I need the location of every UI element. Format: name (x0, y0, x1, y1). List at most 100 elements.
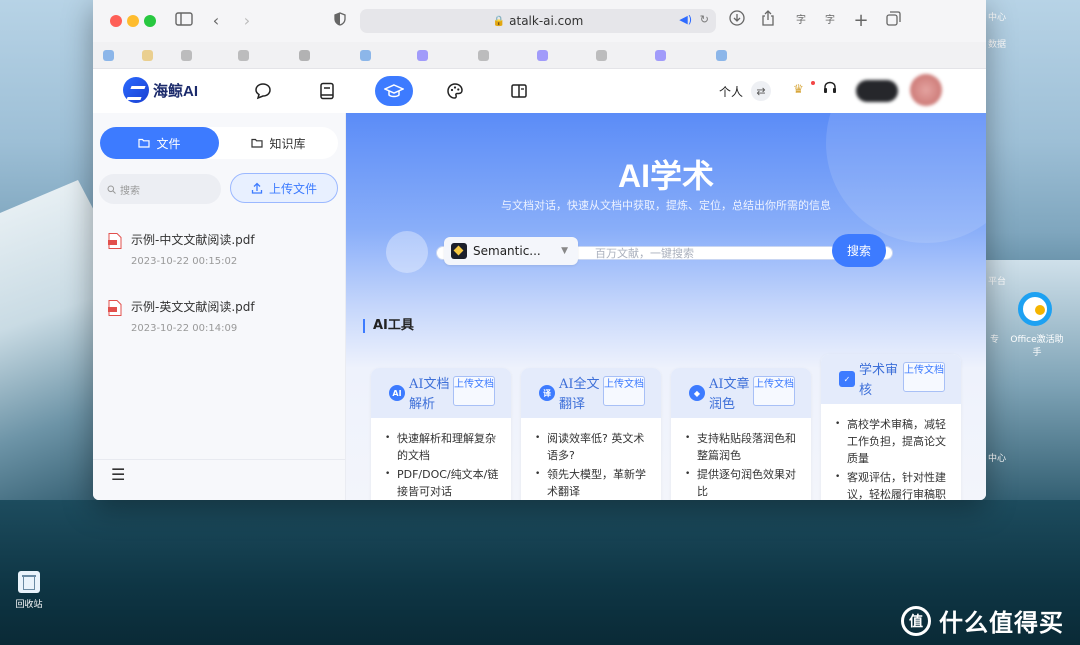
minimize-window-button[interactable] (127, 15, 139, 27)
paper-search-input[interactable]: 百万文献，一键搜索 (595, 245, 694, 261)
card-feature: 支持粘贴段落润色和整篇润色 (685, 430, 803, 464)
folder-icon (251, 138, 264, 148)
favorite-icon[interactable] (103, 49, 114, 61)
favorite-icon[interactable] (181, 49, 192, 61)
tool-card[interactable]: ◆ AI文章润色 上传文档 支持粘贴段落润色和整篇润色 提供逐句润色效果对比 (671, 368, 811, 500)
zoom-window-button[interactable] (144, 15, 156, 27)
card-title: AI全文翻译 (559, 377, 600, 412)
recycle-bin-label: 回收站 (15, 600, 43, 610)
user-plan-pill[interactable] (856, 80, 898, 102)
favorite-icon[interactable] (478, 49, 489, 61)
card-feature: 高校学术审稿，减轻工作负担，提高论文质量 (835, 416, 953, 467)
upload-file-label: 上传文件 (268, 181, 317, 196)
office-activator-label: Office激活助手 (1010, 335, 1064, 358)
translate-icon[interactable]: 字 (790, 10, 812, 32)
notification-dot (811, 81, 815, 85)
search-icon (107, 185, 116, 194)
whale-logo-icon (123, 77, 149, 103)
reload-icon[interactable]: ↻ (700, 13, 709, 26)
new-tab-icon[interactable]: + (850, 10, 872, 32)
watermark-logo-icon: 值 (901, 605, 931, 636)
nav-book-open-icon[interactable] (504, 76, 534, 106)
file-list-item[interactable]: 示例-中文文献阅读.pdf 2023-10-22 00:15:02 (108, 231, 338, 271)
forward-icon[interactable]: › (236, 10, 258, 32)
sidebar-tabs: 文件 知识库 (100, 127, 338, 159)
crown-icon[interactable]: ♛ (793, 82, 804, 96)
shield-icon[interactable] (329, 10, 351, 32)
nav-book-icon[interactable] (312, 76, 342, 106)
tool-card[interactable]: ✓ 学术审核 上传文档 高校学术审稿，减轻工作负担，提高论文质量 客观评估，针对… (821, 354, 961, 500)
favorite-icon[interactable] (537, 49, 548, 61)
office-activator-icon[interactable] (1018, 292, 1052, 326)
download-icon[interactable] (726, 10, 748, 32)
tab-files-label: 文件 (156, 136, 181, 151)
desktop-edge-label: 中心 (988, 454, 1007, 464)
menu-icon[interactable]: ☰ (111, 465, 125, 484)
tool-card[interactable]: 译 AI全文翻译 上传文档 阅读效率低? 英文术语多? 领先大模型，革新学术翻译 (521, 368, 661, 500)
section-title: AI工具 (363, 319, 414, 333)
file-date: 2023-10-22 00:14:09 (131, 323, 238, 334)
share-icon[interactable] (757, 10, 779, 32)
sidebar-divider (93, 459, 345, 460)
semantic-scholar-icon (451, 243, 467, 259)
recycle-bin-icon[interactable] (18, 571, 40, 593)
file-search-input[interactable]: 搜索 (99, 174, 221, 204)
card-header: AI AI文档解析 上传文档 (371, 368, 511, 418)
site-logo[interactable]: 海鲸AI (123, 77, 198, 103)
card-title: 学术审核 (859, 363, 899, 398)
close-window-button[interactable] (110, 15, 122, 27)
nav-palette-icon[interactable] (440, 76, 470, 106)
card-feature: 快速解析和理解复杂的文档 (385, 430, 503, 464)
browser-window: ‹ › 🔒 atalk-ai.com ◀) ↻ 字 字 + 海鲸AI 个人 ⇄ … (93, 0, 986, 500)
speaker-icon[interactable]: ◀) (679, 13, 692, 26)
card-body: 支持粘贴段落润色和整篇润色 提供逐句润色效果对比 (685, 430, 803, 500)
favorite-icon[interactable] (655, 49, 666, 61)
nav-chat-icon[interactable] (248, 76, 278, 106)
tool-card[interactable]: AI AI文档解析 上传文档 快速解析和理解复杂的文档 PDF/DOC/纯文本/… (371, 368, 511, 500)
nav-academic-icon[interactable] (375, 76, 413, 106)
switch-icon[interactable]: ⇄ (751, 81, 771, 101)
card-upload-button[interactable]: 上传文档 (753, 376, 795, 406)
card-upload-button[interactable]: 上传文档 (603, 376, 645, 406)
personal-label[interactable]: 个人 (719, 83, 743, 100)
watermark: 值 什么值得买 (901, 603, 1064, 638)
card-body: 快速解析和理解复杂的文档 PDF/DOC/纯文本/链接皆可对话 (385, 430, 503, 500)
card-feature: 阅读效率低? 英文术语多? (535, 430, 653, 464)
file-search-placeholder: 搜索 (120, 185, 140, 197)
checklist-icon: ✓ (839, 371, 855, 387)
tab-knowledge-base[interactable]: 知识库 (219, 127, 338, 159)
favorite-icon[interactable] (238, 49, 249, 61)
desktop-edge-label: 数据 (988, 40, 1007, 50)
address-bar-url: atalk-ai.com (509, 14, 584, 28)
tab-files[interactable]: 文件 (100, 127, 219, 159)
tab-overview-icon[interactable] (882, 10, 904, 32)
address-bar[interactable]: 🔒 atalk-ai.com ◀) ↻ (360, 9, 716, 33)
favorite-icon[interactable] (417, 49, 428, 61)
lock-icon: 🔒 (492, 15, 506, 27)
favorite-icon[interactable] (142, 49, 153, 61)
search-source-select[interactable]: Semantic... ▼ (444, 237, 578, 265)
favorite-icon[interactable] (716, 49, 727, 61)
favorite-icon[interactable] (299, 49, 310, 61)
file-list-item[interactable]: 示例-英文文献阅读.pdf 2023-10-22 00:14:09 (108, 298, 338, 338)
card-header: 译 AI全文翻译 上传文档 (521, 368, 661, 418)
card-title: AI文章润色 (709, 377, 750, 412)
avatar[interactable] (910, 74, 942, 106)
favorite-icon[interactable] (596, 49, 607, 61)
card-upload-button[interactable]: 上传文档 (903, 362, 945, 392)
desktop-edge-label: 专 (990, 335, 1000, 345)
reader-text-icon[interactable]: 字 (819, 10, 841, 32)
tab-knowledge-base-label: 知识库 (269, 136, 306, 151)
search-button[interactable]: 搜索 (832, 234, 886, 267)
upload-file-button[interactable]: 上传文件 (230, 173, 338, 203)
favorite-icon[interactable] (360, 49, 371, 61)
upload-icon (251, 182, 263, 194)
academic-main: AI学术 与文档对话，快速从文档中获取，提炼、定位，总结出你所需的信息 Sema… (346, 113, 986, 500)
card-upload-button[interactable]: 上传文档 (453, 376, 495, 406)
browser-titlebar: ‹ › 🔒 atalk-ai.com ◀) ↻ 字 字 + (93, 0, 986, 42)
back-icon[interactable]: ‹ (205, 10, 227, 32)
headset-icon[interactable] (823, 81, 837, 99)
sidebar-toggle-icon[interactable] (173, 10, 195, 32)
chevron-down-icon: ▼ (561, 246, 568, 256)
card-header: ✓ 学术审核 上传文档 (821, 354, 961, 404)
